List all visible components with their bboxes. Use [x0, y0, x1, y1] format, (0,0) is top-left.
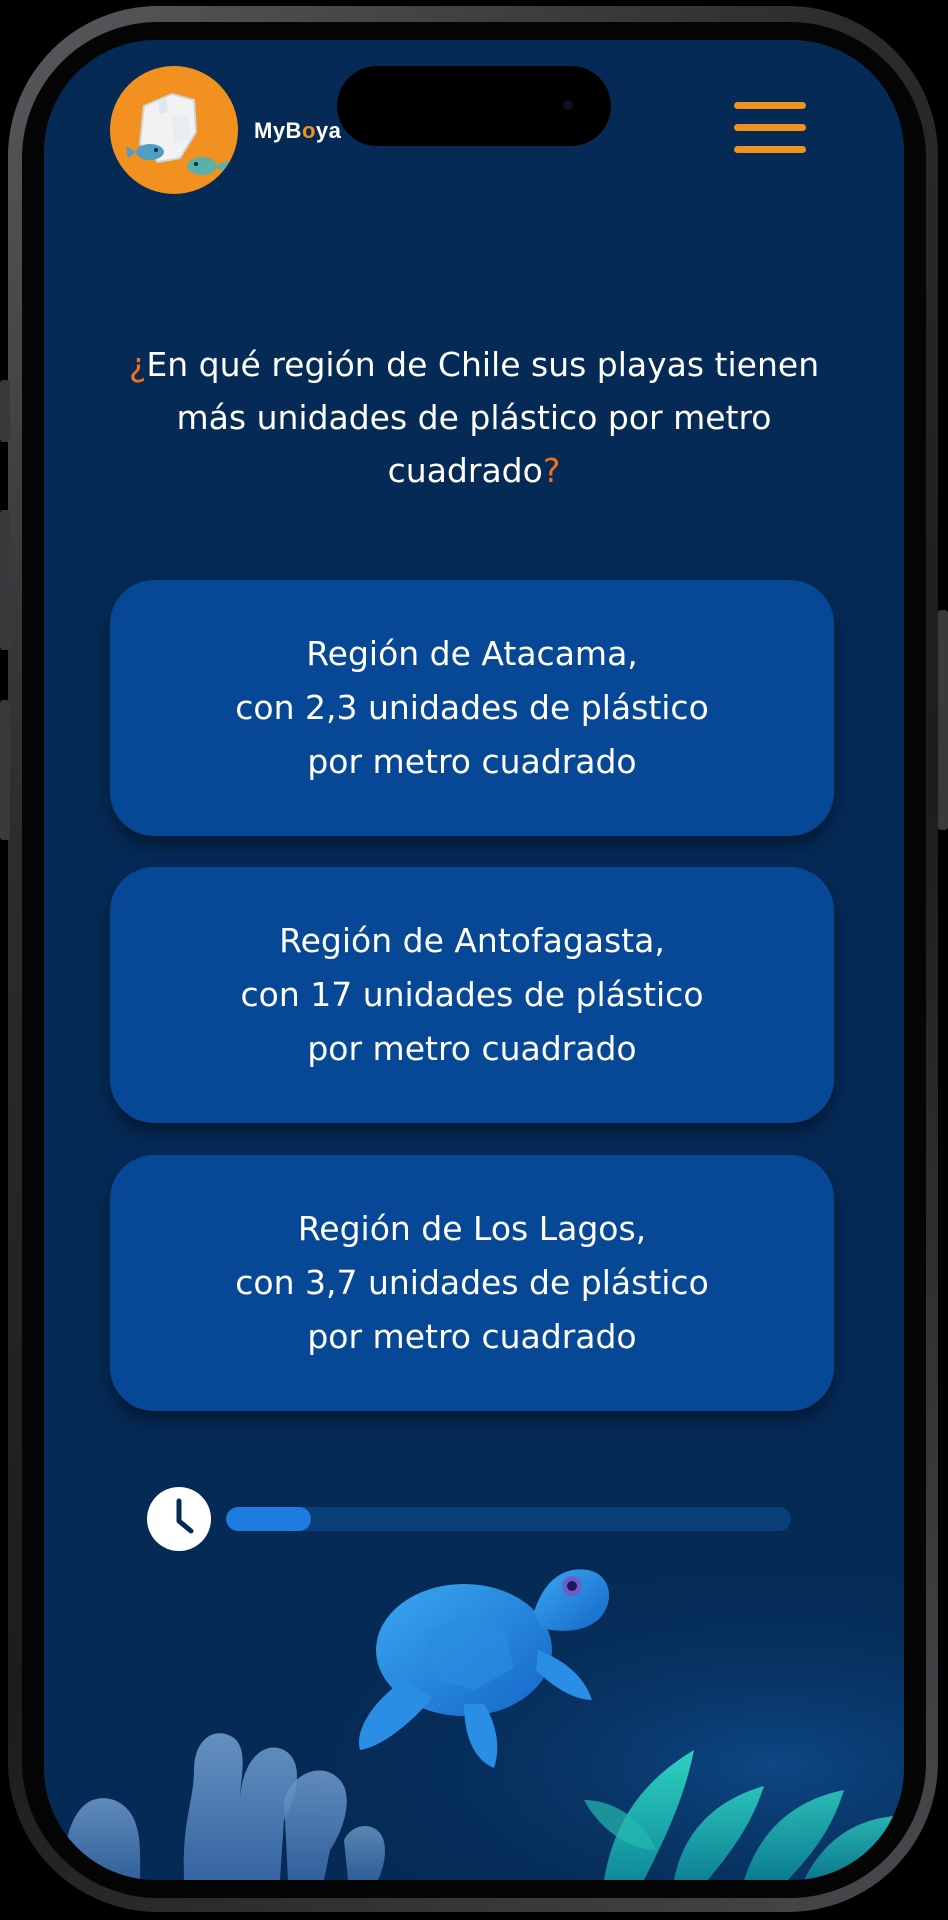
answer-option-atacama[interactable]: Región de Atacama, con 2,3 unidades de p… [110, 580, 834, 836]
power-button [938, 610, 948, 830]
ocean-scene-illustration [44, 1500, 904, 1880]
question-text: En qué región de Chile sus playas tienen… [146, 345, 820, 490]
brand-accent-letter: o [301, 118, 316, 143]
hamburger-menu-icon[interactable] [734, 102, 806, 154]
volume-down-button [0, 700, 10, 840]
front-camera [563, 100, 573, 110]
menu-bar-middle [734, 124, 806, 131]
answer-option-antofagasta[interactable]: Región de Antofagasta, con 17 unidades d… [110, 867, 834, 1123]
menu-bar-top [734, 102, 806, 109]
brand-suffix: ya [315, 118, 342, 143]
question-open-mark: ¿ [128, 345, 147, 384]
brand-name: MyBoya [254, 118, 341, 144]
menu-bar-bottom [734, 146, 806, 153]
myboya-logo[interactable] [110, 66, 238, 194]
phone-device: MyBoya ¿En qué región de Chile sus playa… [0, 0, 948, 1920]
volume-up-button [0, 510, 10, 650]
answer-option-los-lagos[interactable]: Región de Los Lagos, con 3,7 unidades de… [110, 1155, 834, 1411]
quiz-question: ¿En qué región de Chile sus playas tiene… [104, 338, 844, 497]
screen: MyBoya ¿En qué región de Chile sus playa… [44, 40, 904, 1880]
brand-prefix: MyB [254, 118, 302, 143]
mute-switch [0, 380, 10, 442]
question-close-mark: ? [542, 451, 561, 490]
logo-illustration [126, 92, 228, 175]
dynamic-island [337, 66, 611, 146]
